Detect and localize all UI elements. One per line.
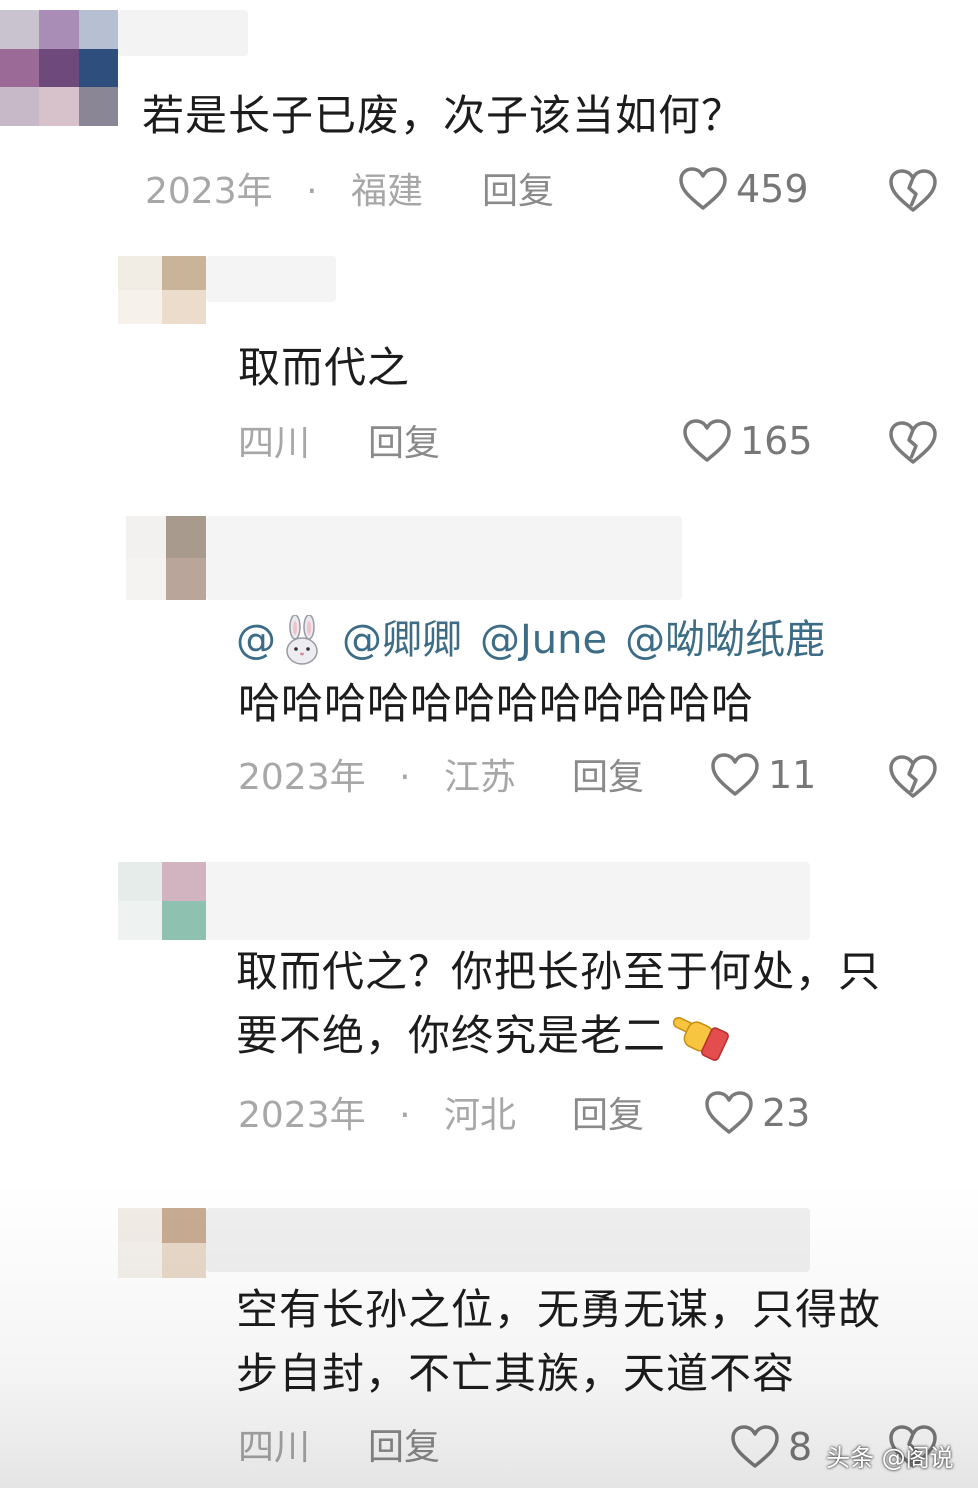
mention-user[interactable]: @卿卿 — [342, 612, 462, 668]
heart-outline-icon — [678, 166, 728, 212]
like-button[interactable]: 11 — [710, 752, 816, 798]
avatar[interactable] — [118, 862, 206, 940]
reply-button[interactable]: 回复 — [368, 1426, 440, 1470]
comment-meta: 2023年 · 福建 — [145, 170, 423, 214]
mention-user[interactable]: @June — [480, 612, 607, 668]
meta-separator: · — [306, 171, 318, 212]
comment-time: 2023年 — [238, 1095, 366, 1136]
like-button[interactable]: 8 — [730, 1424, 812, 1470]
meta-separator: · — [399, 1095, 411, 1136]
pointing-hand-emoji-icon — [668, 1008, 732, 1064]
comment-time: 2023年 — [145, 171, 273, 212]
like-count: 11 — [768, 753, 817, 797]
comment-location: 江苏 — [443, 757, 516, 798]
broken-heart-icon[interactable] — [888, 168, 938, 214]
like-count: 165 — [740, 419, 813, 463]
like-count: 23 — [762, 1091, 811, 1135]
heart-outline-icon — [730, 1424, 780, 1470]
reply-button[interactable]: 回复 — [368, 422, 440, 466]
like-count: 8 — [788, 1425, 813, 1469]
username-blurred — [206, 516, 682, 600]
avatar[interactable] — [126, 516, 206, 600]
comment-location: 四川 — [238, 1427, 311, 1468]
comment-location: 四川 — [238, 423, 311, 464]
comment-text: 哈哈哈哈哈哈哈哈哈哈哈哈 — [238, 679, 755, 728]
comment-meta: 2023年 · 江苏 — [238, 756, 516, 800]
broken-heart-icon[interactable] — [888, 754, 938, 800]
meta-separator: · — [399, 757, 411, 798]
comment-time: 2023年 — [238, 757, 366, 798]
mention-user[interactable]: @ — [236, 612, 276, 668]
comment-text-line2-row: 要不绝，你终究是老二 — [236, 1004, 732, 1068]
like-button[interactable]: 165 — [682, 418, 813, 464]
reply-button[interactable]: 回复 — [572, 1094, 644, 1138]
avatar[interactable] — [118, 256, 206, 324]
mention-line: @ @卿卿 @June @呦呦纸鹿 — [236, 612, 825, 668]
broken-heart-icon[interactable] — [888, 420, 938, 466]
username-blurred — [118, 10, 248, 56]
comment-location: 福建 — [350, 171, 423, 212]
heart-outline-icon — [704, 1090, 754, 1136]
comment-text-line2: 要不绝，你终究是老二 — [236, 1011, 667, 1060]
mention-user[interactable]: @呦呦纸鹿 — [625, 612, 825, 668]
watermark: 头条 @阁说 — [826, 1444, 954, 1472]
like-button[interactable]: 459 — [678, 166, 809, 212]
reply-button[interactable]: 回复 — [482, 170, 554, 214]
username-blurred — [206, 862, 810, 940]
reply-button[interactable]: 回复 — [572, 756, 644, 800]
avatar[interactable] — [118, 1208, 206, 1278]
comment-location: 河北 — [443, 1095, 516, 1136]
rabbit-emoji-icon — [282, 615, 322, 665]
comment-meta: 2023年 · 河北 — [238, 1094, 516, 1138]
comment-text: 若是长子已废，次子该当如何？ — [142, 91, 745, 140]
like-button[interactable]: 23 — [704, 1090, 810, 1136]
comment-text-line1: 空有长孙之位，无勇无谋，只得故 — [236, 1285, 882, 1334]
username-blurred — [206, 256, 336, 302]
heart-outline-icon — [682, 418, 732, 464]
username-blurred — [206, 1208, 810, 1272]
comment-text: 取而代之 — [238, 343, 411, 392]
avatar[interactable] — [0, 10, 118, 126]
heart-outline-icon — [710, 752, 760, 798]
like-count: 459 — [736, 167, 809, 211]
comment-text-line1: 取而代之？你把长孙至于何处，只 — [236, 947, 882, 996]
comment-text-line2: 步自封，不亡其族，天道不容 — [236, 1349, 796, 1398]
